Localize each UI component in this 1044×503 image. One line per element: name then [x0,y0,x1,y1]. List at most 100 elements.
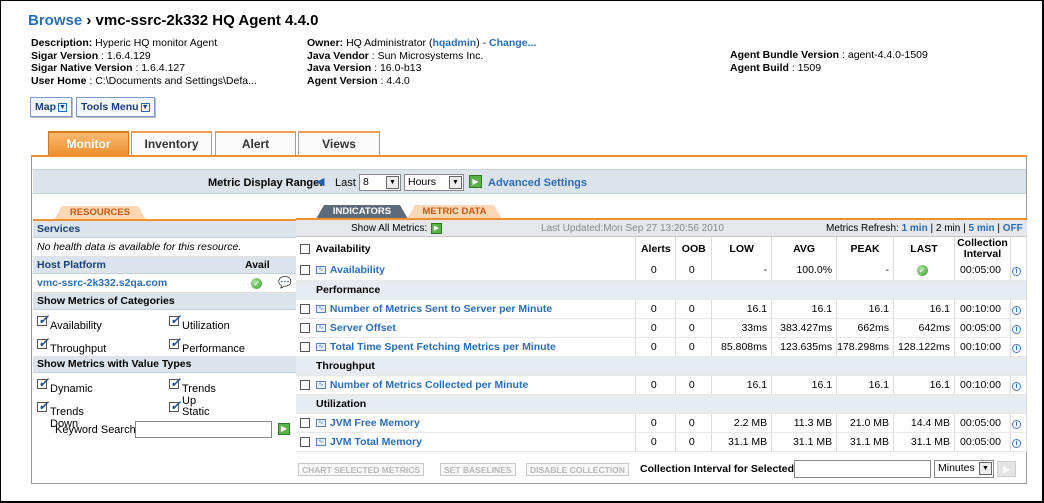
metric-name-link[interactable]: Number of Metrics Collected per Minute [330,379,528,391]
category-label: Availability [50,320,102,332]
low-cell: 16.1 [711,375,773,395]
column-availability[interactable]: Availability [296,237,637,261]
owner-link[interactable]: hqadmin [432,37,476,49]
type-trends-down[interactable]: Trends Down [37,398,84,430]
chart-icon[interactable]: ∿ [315,342,326,351]
keyword-search-input[interactable] [135,421,272,438]
advanced-settings-link[interactable]: Advanced Settings [488,177,587,189]
select-all-checkbox[interactable] [300,244,310,255]
chart-icon[interactable]: ∿ [315,418,326,427]
set-baselines-button[interactable]: SET BASELINES [440,463,516,476]
tab-alert[interactable]: Alert [215,131,296,155]
metric-row-checkbox[interactable] [300,322,310,333]
type-static[interactable]: Static [169,398,210,418]
range-label: Metric Display Range: [208,177,323,189]
low-cell: 31.1 MB [711,432,773,452]
tab-views[interactable]: Views [298,131,380,155]
metric-row-checkbox[interactable] [300,341,310,352]
show-all-go-icon[interactable]: ▶ [431,223,442,234]
info-icon[interactable]: i [1011,324,1021,334]
comment-icon[interactable]: 💬 [278,276,292,289]
chart-icon[interactable]: ∿ [315,437,326,446]
refresh-1min-link[interactable]: 1 min [902,223,928,234]
breadcrumb-separator: › [82,12,96,29]
host-link[interactable]: vmc-ssrc-2k332.s2qa.com [37,277,167,289]
range-count-value: 8 [363,176,369,188]
metric-row-checkbox[interactable] [300,303,310,314]
alerts-cell: 0 [635,337,677,357]
metric-row-checkbox[interactable] [300,379,310,390]
low-cell: 85.808ms [711,337,773,357]
metric-name-link[interactable]: Total Time Spent Fetching Metrics per Mi… [330,341,556,353]
tools-menu-button[interactable]: Tools Menu ▼ [76,97,155,117]
info-left: Description: Hyperic HQ monitor Agent Si… [31,37,257,87]
chevron-down-icon: ▼ [58,102,67,112]
info-icon[interactable]: i [1011,267,1021,277]
column-avg: AVG [771,237,838,261]
info-value: Hyperic HQ monitor Agent [92,37,218,49]
interval-cell: 00:05:00 [954,318,1011,338]
range-go-icon[interactable]: ▶ [469,175,482,188]
range-count-select[interactable]: 8 ▼ [359,174,401,191]
host-platform-row: vmc-ssrc-2k332.s2qa.com ✓ 💬 [33,274,296,293]
info-icon[interactable]: i [1011,343,1021,353]
info-icon[interactable]: i [1011,381,1021,391]
range-unit-select[interactable]: Hours ▼ [404,174,464,191]
metric-name-cell: ∿ Number of Metrics Sent to Server per Mi… [296,299,637,319]
category-availability[interactable]: Availability [37,312,102,332]
chart-icon[interactable]: ∿ [315,380,326,389]
chevron-down-icon: ▼ [140,102,150,112]
tab-inventory[interactable]: Inventory [131,131,212,155]
type-trends-up[interactable]: Trends Up [169,375,216,407]
range-left-arrow-icon[interactable]: ◀ [316,175,324,188]
interval-input[interactable] [794,460,931,478]
info-label: Java Version [307,62,372,74]
metric-row-checkbox[interactable] [300,436,310,447]
disable-collection-button[interactable]: DISABLE COLLECTION [526,463,629,476]
type-dynamic[interactable]: Dynamic [37,375,93,395]
indicators-tab[interactable]: INDICATORS [316,205,408,219]
info-java-version: Java Version : 16.0-b13 [307,62,536,75]
bottom-action-bar: CHART SELECTED METRICS SET BASELINES DIS… [297,457,1027,481]
browse-breadcrumb-link[interactable]: Browse [28,12,82,29]
metric-data-tab[interactable]: METRIC DATA [407,205,502,219]
metric-row-checkbox[interactable] [300,417,310,428]
refresh-5min-link[interactable]: 5 min [969,223,995,234]
keyword-search-row: Keyword Search: ▶ [33,419,296,441]
interval-unit-select[interactable]: Minutes ▼ [934,460,994,478]
column-interval: Collection Interval [954,237,1011,261]
map-button[interactable]: Map ▼ [30,97,72,117]
oob-cell: 0 [675,299,713,319]
keyword-search-go-icon[interactable]: ▶ [278,423,290,435]
apply-interval-icon[interactable]: ▶ [997,461,1016,477]
category-utilization[interactable]: Utilization [169,312,230,332]
info-icon[interactable]: i [1011,419,1021,429]
chart-icon[interactable]: ∿ [315,266,326,275]
change-owner-link[interactable]: Change... [489,37,536,49]
info-owner: Owner: HQ Administrator (hqadmin) - Chan… [307,37,536,50]
tab-monitor[interactable]: Monitor [48,131,129,155]
chart-selected-button[interactable]: CHART SELECTED METRICS [298,463,425,476]
refresh-off-link[interactable]: OFF [1003,223,1023,234]
resources-tab[interactable]: RESOURCES [54,206,146,220]
category-throughput[interactable]: Throughput [37,335,106,355]
metric-name-link[interactable]: Number of Metrics Sent to Server per Min… [330,303,552,315]
metric-name-link[interactable]: JVM Free Memory [330,417,420,429]
metric-name-link[interactable]: Availability [330,264,385,276]
last-cell: 128.122ms [893,337,955,357]
refresh-label: Metrics Refresh: [826,223,899,234]
alerts-cell: 0 [635,299,677,319]
info-icon[interactable]: i [1011,438,1021,448]
avg-cell: 100.0% [771,261,838,281]
chart-icon[interactable]: ∿ [315,323,326,332]
low-cell: 33ms [711,318,773,338]
metric-name-link[interactable]: Server Offset [330,322,396,334]
metrics-refresh: Metrics Refresh: 1 min | 2 min | 5 min |… [826,223,1023,234]
alerts-cell: 0 [635,413,677,433]
category-performance[interactable]: Performance [169,335,245,355]
metric-row-checkbox[interactable] [300,265,310,276]
info-icon[interactable]: i [1011,305,1021,315]
info-cell: i [1010,375,1028,395]
metric-name-link[interactable]: JVM Total Memory [330,436,422,448]
chart-icon[interactable]: ∿ [315,304,326,313]
